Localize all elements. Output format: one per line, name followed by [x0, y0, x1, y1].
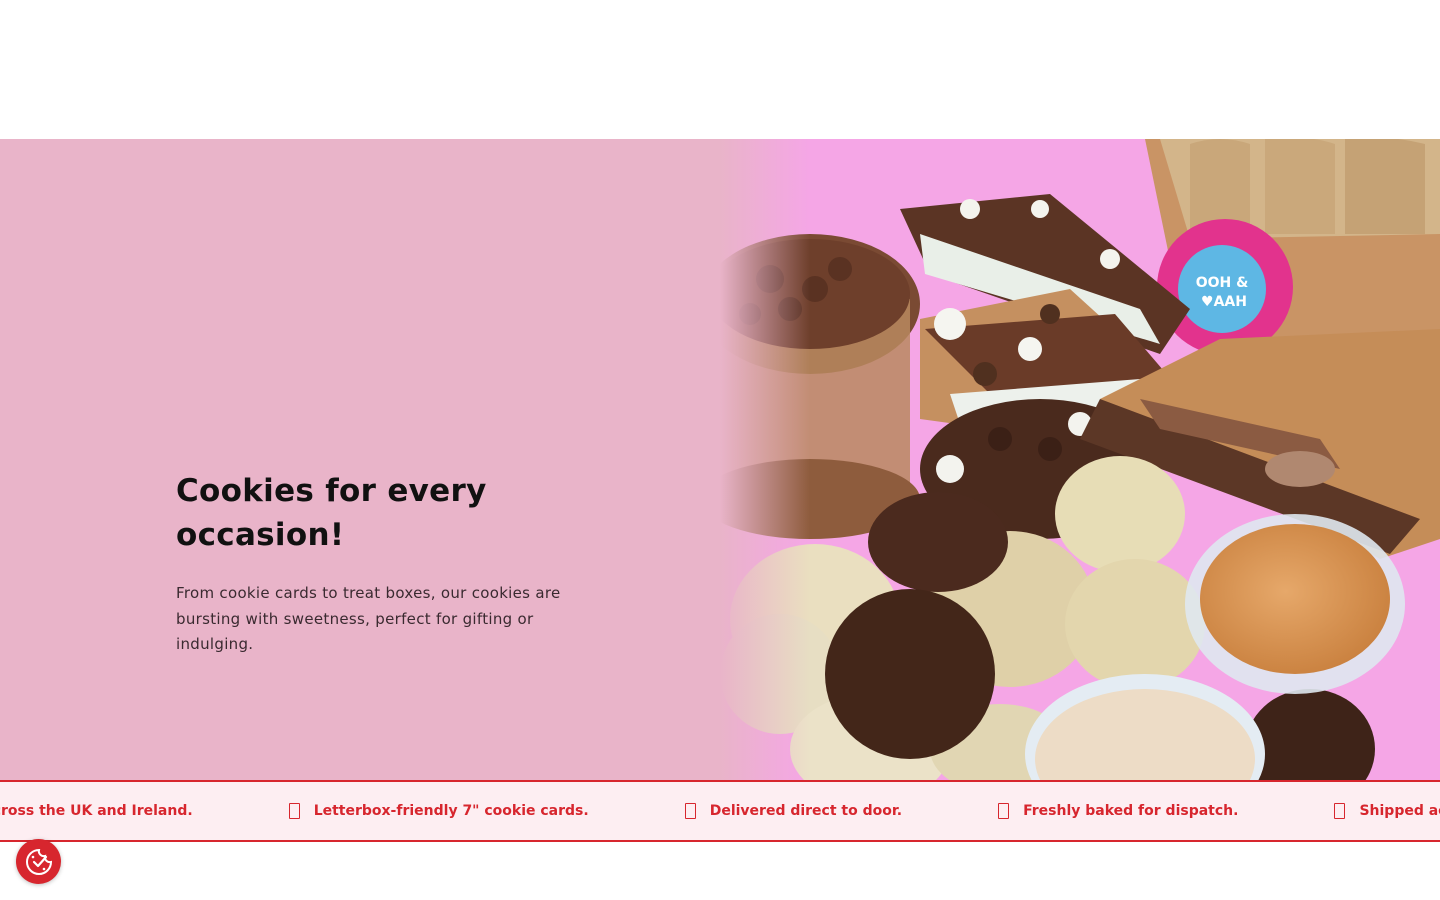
marquee-item: Shipped across the UK and Ireland. [1334, 803, 1440, 819]
hero-sticker-line2: ♥AAH [1201, 294, 1247, 310]
hero-sticker-line1: OOH & [1196, 275, 1249, 291]
marquee-item-label: Delivered direct to door. [709, 803, 903, 819]
hero-title: Cookies for every occasion! [176, 473, 487, 553]
hero-description: From cookie cards to treat boxes, our co… [176, 584, 561, 653]
site-header [0, 0, 1440, 139]
marquee-item-label: Letterbox-friendly 7" cookie cards. [313, 803, 589, 819]
marquee-track: Shipped across the UK and Ireland. Lette… [0, 782, 1440, 840]
hero-copy: Cookies for every occasion! From cookie … [176, 469, 566, 658]
shipping-marquee: Shipped across the UK and Ireland. Lette… [0, 780, 1440, 842]
box-icon [998, 803, 1010, 819]
marquee-item-label: Shipped across the UK and Ireland. [0, 803, 193, 819]
box-icon [1334, 803, 1346, 819]
box-icon [288, 803, 300, 819]
marquee-item-label: Shipped across the UK and Ireland. [1359, 803, 1440, 819]
hero-section: Cookies for every occasion! From cookie … [0, 139, 1440, 780]
marquee-item-label: Freshly baked for dispatch. [1023, 803, 1239, 819]
marquee-item: Letterbox-friendly 7" cookie cards. [288, 803, 589, 819]
box-icon [684, 803, 696, 819]
marquee-item: Delivered direct to door. [684, 803, 903, 819]
cookie-consent-icon [25, 848, 52, 875]
marquee-item: Shipped across the UK and Ireland. [0, 803, 193, 819]
marquee-item: Freshly baked for dispatch. [998, 803, 1238, 819]
cookie-consent-button[interactable] [16, 839, 61, 884]
cookies-photo: OOH & ♥AAH [720, 139, 1440, 780]
